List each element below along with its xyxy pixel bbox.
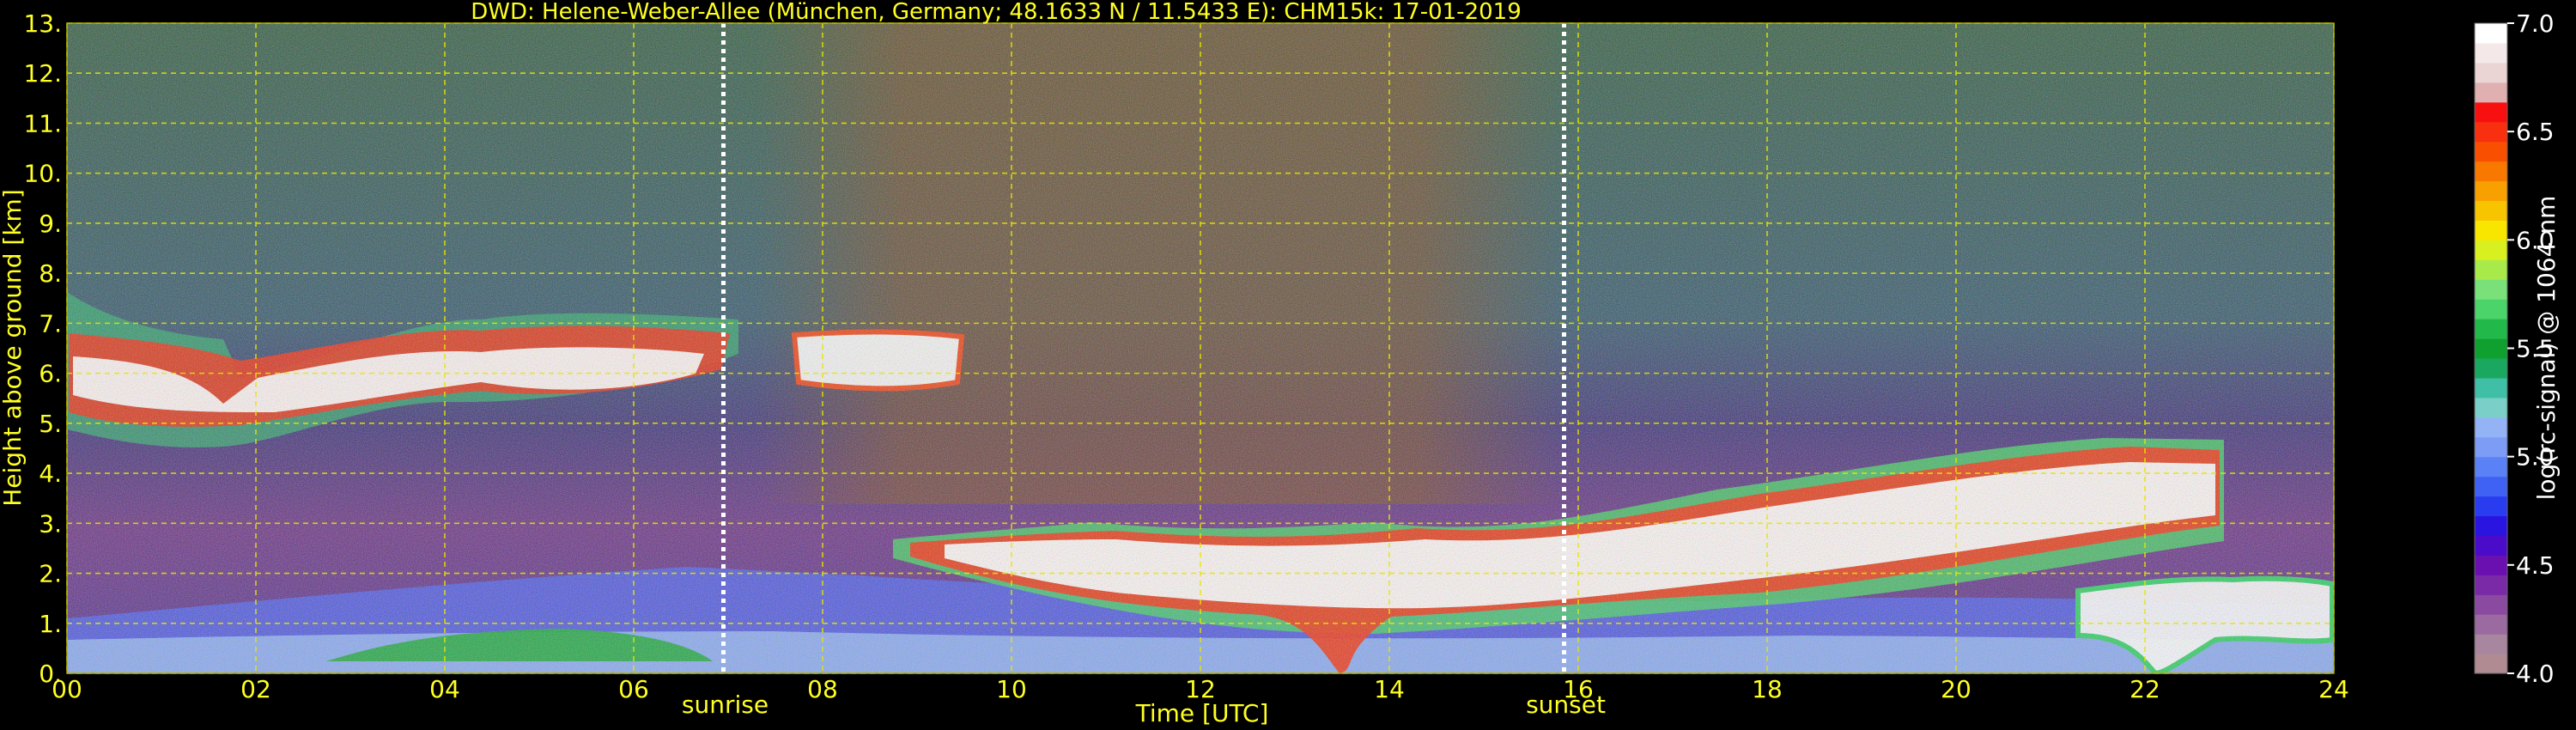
colorbar-tick-label: 4.0	[2516, 660, 2555, 688]
colorbar-segment	[2475, 634, 2507, 654]
colorbar-segment	[2475, 42, 2507, 64]
colorbar-segment	[2475, 299, 2507, 319]
x-tick-label: 06	[618, 675, 649, 703]
colorbar-segment	[2475, 180, 2507, 202]
x-tick-label: 24	[2318, 675, 2349, 703]
colorbar-segment	[2475, 357, 2507, 379]
colorbar-segment	[2475, 535, 2507, 556]
sunrise-label: sunrise	[682, 690, 769, 719]
colorbar-segment	[2475, 259, 2507, 280]
x-tick-label: 18	[1752, 675, 1783, 703]
chart-title: DWD: Helene-Weber-Allee (München, German…	[471, 0, 1522, 25]
colorbar-segment	[2475, 121, 2507, 143]
colorbar-segment	[2475, 319, 2507, 339]
y-tick-label: 2.	[39, 560, 62, 588]
x-tick-label: 04	[429, 675, 460, 703]
y-tick-label: 11.	[23, 109, 62, 137]
y-tick-label: 8.	[39, 259, 62, 288]
x-tick-label: 02	[240, 675, 271, 703]
x-tick-label: 08	[807, 675, 838, 703]
colorbar-segment	[2475, 279, 2507, 300]
colorbar-segment	[2475, 101, 2507, 123]
y-tick-label: 5.	[39, 410, 62, 438]
colorbar-segment	[2475, 220, 2507, 240]
y-tick-label: 9.	[39, 210, 62, 238]
x-axis-label: Time [UTC]	[1135, 699, 1269, 727]
y-tick-label: 6.	[39, 360, 62, 388]
colorbar-segment	[2475, 200, 2507, 221]
colorbar-tick-label: 6.5	[2516, 118, 2555, 146]
colorbar-segment	[2475, 62, 2507, 83]
colorbar-segment	[2475, 23, 2507, 44]
colorbar-segment	[2475, 417, 2507, 438]
colorbar-segment	[2475, 515, 2507, 537]
y-tick-label: 13.	[23, 9, 62, 38]
colorbar: 4.04.55.05.56.06.57.0 log(rc-signal) @ 1…	[2474, 9, 2561, 688]
colorbar-segment	[2475, 141, 2507, 162]
colorbar-tick-label: 4.5	[2516, 551, 2555, 580]
y-tick-label: 12.	[23, 59, 62, 88]
y-axis-label: Height above ground [km]	[0, 189, 27, 507]
colorbar-segment	[2475, 456, 2507, 478]
colorbar-segment	[2475, 614, 2507, 635]
colorbar-segment	[2475, 377, 2507, 398]
y-tick-label: 1.	[39, 610, 62, 638]
colorbar-segment	[2475, 476, 2507, 497]
colorbar-segments	[2474, 22, 2508, 674]
y-tick-label: 4.	[39, 459, 62, 488]
y-tick-labels: 0. 1. 2. 3. 4. 5. 6. 7. 8. 9. 10. 11. 12. 13.	[23, 9, 62, 688]
colorbar-segment	[2475, 338, 2507, 359]
colorbar-segment	[2475, 436, 2507, 458]
sunset-label: sunset	[1526, 690, 1606, 719]
colorbar-label: log(rc-signal) @ 1064 nm	[2532, 196, 2561, 501]
colorbar-segment	[2475, 397, 2507, 418]
x-tick-label: 14	[1374, 675, 1405, 703]
colorbar-segment	[2475, 82, 2507, 103]
y-tick-label: 3.	[39, 509, 62, 538]
colorbar-segment	[2475, 654, 2507, 674]
ceilometer-chart: 00 02 04 06 08 10 12 14 16 18 20 22 24 0.1.2.3.4.5.6…	[0, 0, 2561, 727]
colorbar-segment	[2475, 240, 2507, 260]
x-tick-label: 20	[1941, 675, 1971, 703]
y-tick-label: 0.	[39, 660, 62, 688]
x-tick-label: 22	[2129, 675, 2160, 703]
colorbar-segment	[2475, 594, 2507, 615]
colorbar-segment	[2475, 161, 2507, 182]
y-tick-label: 7.	[39, 309, 62, 338]
colorbar-tick-label: 7.0	[2516, 9, 2555, 38]
x-tick-label: 10	[996, 675, 1027, 703]
colorbar-segment	[2475, 555, 2507, 575]
colorbar-segment	[2475, 496, 2507, 517]
colorbar-segment	[2475, 575, 2507, 595]
plot-area	[66, 22, 2335, 674]
y-tick-label: 10.	[23, 160, 62, 188]
